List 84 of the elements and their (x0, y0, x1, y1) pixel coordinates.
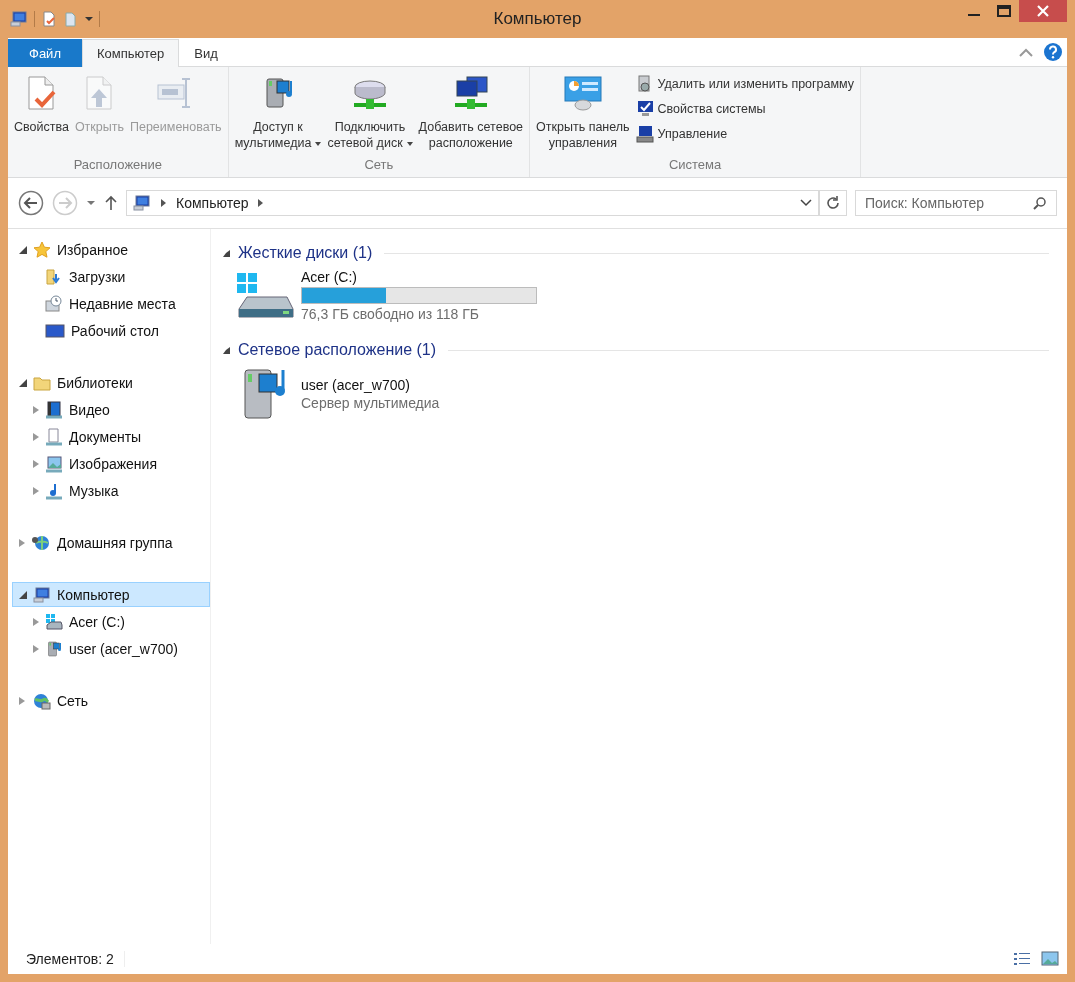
address-dropdown-icon[interactable] (800, 199, 812, 207)
globe-icon (31, 691, 51, 710)
close-button[interactable] (1019, 0, 1067, 22)
details-view-icon[interactable] (1013, 951, 1031, 967)
ribbon-button[interactable]: Свойства (11, 71, 72, 137)
system-check-icon (635, 100, 654, 118)
desktop-icon (45, 321, 65, 340)
nav-item[interactable]: Сеть (12, 688, 210, 713)
item-detail: 76,3 ГБ свободно из 118 ГБ (301, 306, 481, 322)
item-detail: Сервер мультимедиа (301, 395, 440, 411)
nav-item[interactable]: Видео (12, 397, 210, 422)
computer-icon (10, 10, 28, 28)
ribbon-button[interactable]: Доступ к мультимедиа (231, 71, 325, 153)
ribbon-button[interactable]: Управление (632, 123, 858, 145)
recent-places-icon (45, 294, 63, 313)
nav-item[interactable]: user (acer_w700) (12, 636, 210, 661)
item-name[interactable]: Acer (C:) (301, 269, 537, 285)
ribbon-button[interactable]: Открыть панель управления (533, 71, 633, 153)
back-button[interactable] (18, 190, 44, 216)
breadcrumb-item[interactable]: Компьютер (176, 195, 249, 211)
group-label: Система (667, 156, 723, 174)
nav-item[interactable]: Недавние места (12, 291, 210, 316)
documents-icon (45, 427, 63, 446)
close-icon (1037, 5, 1049, 17)
customize-dropdown-icon[interactable] (85, 17, 93, 21)
dropdown-caret-icon (406, 141, 413, 146)
monitor-icon (635, 125, 654, 143)
chevron-icon[interactable] (161, 199, 166, 207)
nav-item[interactable]: Компьютер (12, 582, 210, 607)
large-icons-view-icon[interactable] (1041, 951, 1059, 967)
group-label: Сеть (363, 156, 395, 174)
search-field[interactable]: Поиск: Компьютер (855, 190, 1057, 216)
group-collapse-icon[interactable] (223, 346, 230, 354)
group-collapse-icon[interactable] (223, 249, 230, 257)
computer-icon (33, 585, 51, 604)
nav-item[interactable]: Загрузки (12, 264, 210, 289)
video-icon (45, 400, 63, 419)
nav-item[interactable]: Изображения (12, 451, 210, 476)
drive-icon (45, 612, 63, 631)
item-name[interactable]: user (acer_w700) (301, 377, 440, 393)
nav-item[interactable]: Избранное (12, 237, 210, 262)
collapse-ribbon-icon[interactable] (1019, 47, 1033, 57)
expander-icon[interactable] (19, 378, 27, 387)
search-icon (1033, 196, 1047, 210)
pictures-icon (45, 454, 63, 473)
download-folder-icon (45, 267, 63, 286)
computer-icon (133, 194, 151, 212)
group-heading[interactable]: Сетевое расположение (1) (238, 341, 437, 359)
refresh-icon (825, 195, 841, 211)
ribbon-tab[interactable]: Вид (179, 39, 233, 67)
drive-icon (235, 270, 295, 321)
nav-item[interactable]: Библиотеки (12, 370, 210, 395)
homegroup-icon (31, 533, 51, 552)
help-icon[interactable] (1043, 42, 1063, 62)
ribbon-tab[interactable]: Компьютер (81, 39, 180, 67)
nav-item[interactable]: Документы (12, 424, 210, 449)
nav-item[interactable]: Acer (C:) (12, 609, 210, 634)
refresh-button[interactable] (819, 190, 847, 216)
recent-locations-caret-icon[interactable] (86, 199, 96, 207)
ribbon-button[interactable]: Свойства системы (632, 98, 858, 120)
address-field[interactable]: Компьютер (126, 190, 819, 216)
chevron-icon[interactable] (258, 199, 264, 207)
nav-item[interactable]: Рабочий стол (12, 318, 210, 343)
nav-item[interactable]: Музыка (12, 478, 210, 503)
music-icon (45, 481, 63, 500)
star-icon (33, 240, 51, 259)
status-text: Элементов: 2 (26, 951, 125, 967)
dropdown-caret-icon (315, 141, 322, 146)
nav-item[interactable]: Домашняя группа (12, 530, 210, 555)
window-title: Компьютер (493, 9, 582, 28)
expander-icon[interactable] (19, 590, 27, 599)
ribbon-button[interactable]: Подключить сетевой диск (324, 71, 416, 153)
maximize-icon (997, 5, 1011, 17)
up-arrow-icon[interactable] (104, 195, 118, 211)
properties-icon[interactable] (41, 11, 57, 27)
minimize-icon (968, 14, 980, 16)
group-heading[interactable]: Жесткие диски (1) (238, 244, 373, 262)
group-label: Расположение (72, 156, 163, 174)
expander-icon[interactable] (19, 245, 27, 254)
ribbon-tab[interactable]: Файл (8, 39, 82, 67)
ribbon-button[interactable]: Удалить или изменить программу (632, 73, 858, 95)
control-panel-icon (562, 73, 603, 113)
media-server-icon (45, 639, 63, 658)
ribbon-button[interactable]: Добавить сетевое расположение (415, 71, 527, 153)
